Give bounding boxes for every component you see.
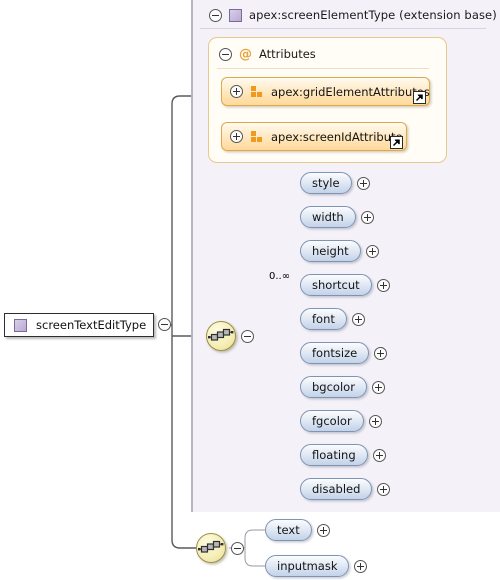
element-row-width[interactable]: width <box>300 206 374 228</box>
element-row-shortcut[interactable]: shortcut <box>300 274 390 296</box>
element-pill[interactable]: fontsize <box>300 342 370 364</box>
element-pill[interactable]: shortcut <box>300 274 372 296</box>
plus-circle-icon[interactable] <box>371 380 385 394</box>
extension-base-title: apex:screenElementType (extension base) <box>249 8 497 22</box>
element-pill[interactable]: disabled <box>300 478 373 500</box>
plus-circle-icon[interactable] <box>376 278 390 292</box>
minus-circle-icon[interactable] <box>231 541 244 555</box>
element-row-height[interactable]: height <box>300 240 379 262</box>
element-pill[interactable]: inputmask <box>265 555 350 577</box>
plus-circle-icon[interactable] <box>372 448 386 462</box>
element-pill[interactable]: bgcolor <box>300 376 367 398</box>
element-row-floating[interactable]: floating <box>300 444 386 466</box>
root-element-box[interactable]: screenTextEditType <box>4 313 154 337</box>
element-row-font[interactable]: font <box>300 308 365 330</box>
plus-circle-icon[interactable] <box>377 482 391 496</box>
element-pill[interactable]: text <box>265 519 312 541</box>
schema-diagram-canvas: apex:screenElementType (extension base) … <box>0 0 500 580</box>
at-sign-icon: @ <box>239 46 252 62</box>
attribute-group-label: apex:gridElementAttributes <box>271 84 430 99</box>
sequence-icon <box>206 321 236 351</box>
external-link-icon[interactable] <box>413 91 426 104</box>
root-element-label: screenTextEditType <box>36 318 147 332</box>
attribute-group-icon <box>251 131 263 142</box>
plus-circle-icon[interactable] <box>316 523 330 537</box>
attribute-group-row[interactable]: apex:gridElementAttributes <box>221 77 430 106</box>
attributes-divider <box>217 68 429 69</box>
plus-circle-icon[interactable] <box>230 130 243 143</box>
header-divider <box>200 28 486 29</box>
element-pill[interactable]: font <box>300 308 347 330</box>
element-row-text[interactable]: text <box>265 519 330 541</box>
plus-circle-icon[interactable] <box>356 176 370 190</box>
occurrence-label: 0..∞ <box>269 271 291 282</box>
plus-circle-icon[interactable] <box>230 85 243 98</box>
minus-circle-icon[interactable] <box>241 329 254 343</box>
attribute-group-icon <box>251 86 263 97</box>
element-row-disabled[interactable]: disabled <box>300 478 391 500</box>
plus-circle-icon[interactable] <box>360 210 374 224</box>
plus-circle-icon[interactable] <box>354 559 368 573</box>
attributes-label: Attributes <box>259 47 316 61</box>
element-row-bgcolor[interactable]: bgcolor <box>300 376 385 398</box>
minus-circle-icon[interactable] <box>219 47 232 61</box>
plus-circle-icon[interactable] <box>351 312 365 326</box>
attributes-header: @ Attributes <box>219 46 316 62</box>
element-pill[interactable]: fgcolor <box>300 410 364 432</box>
minus-circle-icon[interactable] <box>209 8 222 22</box>
plus-circle-icon[interactable] <box>368 414 382 428</box>
element-pill[interactable]: floating <box>300 444 368 466</box>
external-link-icon[interactable] <box>390 136 403 149</box>
element-row-fgcolor[interactable]: fgcolor <box>300 410 382 432</box>
element-pill[interactable]: width <box>300 206 356 228</box>
element-row-inputmask[interactable]: inputmask <box>265 555 368 577</box>
plus-circle-icon[interactable] <box>365 244 379 258</box>
attribute-group-row[interactable]: apex:screenIdAttribute <box>221 122 407 151</box>
element-row-fontsize[interactable]: fontsize <box>300 342 388 364</box>
sequence-node-primary[interactable] <box>206 321 254 351</box>
sequence-node-secondary[interactable] <box>196 533 244 563</box>
element-row-style[interactable]: style <box>300 172 370 194</box>
type-square-icon <box>14 318 27 332</box>
attributes-box: @ Attributes apex:gridElementAttributes <box>208 37 447 163</box>
element-pill[interactable]: height <box>300 240 361 262</box>
minus-circle-icon[interactable] <box>158 318 171 331</box>
sequence-icon <box>196 533 226 563</box>
extension-base-header: apex:screenElementType (extension base) <box>209 5 497 25</box>
plus-circle-icon[interactable] <box>374 346 388 360</box>
attribute-group-label: apex:screenIdAttribute <box>271 129 403 144</box>
element-pill[interactable]: style <box>300 172 352 194</box>
type-square-icon <box>229 8 242 22</box>
